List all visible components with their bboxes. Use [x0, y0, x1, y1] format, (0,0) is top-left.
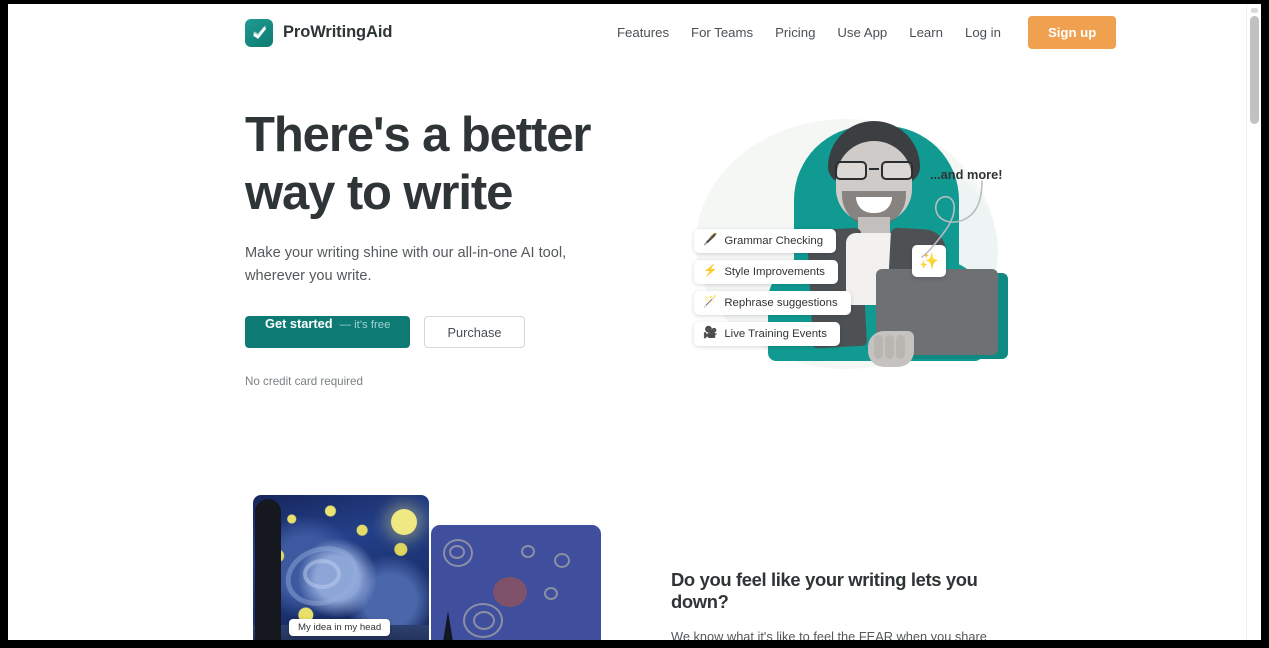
glasses-lens-right: [881, 161, 913, 180]
window-frame-left: [0, 0, 8, 648]
draft-swirl: [473, 611, 495, 630]
finger-1: [874, 335, 883, 359]
feature-chip-label: Grammar Checking: [724, 235, 824, 247]
curly-pointer-icon: [921, 180, 983, 258]
feature-chip-label: Rephrase suggestions: [724, 297, 838, 309]
section-two-body: We know what it's like to feel the FEAR …: [671, 629, 987, 640]
no-credit-card-note: No credit card required: [245, 375, 363, 388]
hero-title-line-1: There's a better: [245, 108, 591, 162]
draft-cypress: [437, 611, 459, 640]
section-two-copy: Do you feel like your writing lets you d…: [671, 569, 1031, 640]
get-started-label: Get started: [265, 316, 333, 331]
draft-paint-blot: [493, 577, 527, 607]
draft-swirl: [554, 553, 570, 568]
laptop: [868, 269, 1008, 367]
glasses-lens-left: [835, 161, 867, 180]
nav-item-for-teams[interactable]: For Teams: [680, 19, 764, 46]
painting-moon: [391, 509, 417, 535]
window-frame-right: [1265, 0, 1269, 648]
scrollbar-up-arrow[interactable]: [1251, 8, 1258, 13]
painting-cypress: [255, 499, 281, 640]
feature-chip-live-training-events: 🎥 Live Training Events: [694, 322, 840, 346]
section-two-title: Do you feel like your writing lets you d…: [671, 569, 978, 612]
nav-item-learn[interactable]: Learn: [898, 19, 954, 46]
nav-item-pricing[interactable]: Pricing: [764, 19, 826, 46]
video-camera-icon: 🎥: [703, 327, 718, 340]
feature-chip-style-improvements: ⚡ Style Improvements: [694, 260, 838, 284]
magic-wand-icon: 🪄: [703, 296, 718, 309]
main-navigation: Features For Teams Pricing Use App Learn…: [606, 16, 1117, 49]
feature-chip-grammar-checking: 🖋️ Grammar Checking: [694, 229, 837, 253]
finger-2: [885, 335, 894, 359]
hero-copy: There's a better way to write Make your …: [245, 106, 645, 388]
nav-item-use-app[interactable]: Use App: [826, 19, 898, 46]
feature-chip-label: Style Improvements: [724, 266, 825, 278]
draft-swirl: [521, 545, 535, 558]
glasses-bridge: [869, 168, 879, 171]
get-started-suffix: — it's free: [339, 319, 391, 331]
vertical-scrollbar[interactable]: [1246, 4, 1261, 640]
get-started-button[interactable]: Get started — it's free: [245, 316, 411, 348]
my-idea-in-my-head-label: My idea in my head: [289, 619, 391, 636]
hero-subtitle: Make your writing shine with our all-in-…: [245, 245, 567, 284]
glasses-icon: [834, 161, 914, 180]
feature-chip-rephrase-suggestions: 🪄 Rephrase suggestions: [694, 291, 851, 315]
draft-swirl: [449, 545, 465, 559]
site-header: ProWritingAid Features For Teams Pricing…: [8, 4, 1261, 61]
hero-title: There's a better way to write: [245, 106, 645, 222]
feature-chip-list: 🖋️ Grammar Checking ⚡ Style Improvements…: [694, 229, 851, 346]
purchase-button[interactable]: Purchase: [424, 316, 525, 348]
hero-title-line-2: way to write: [245, 166, 513, 220]
quill-pen-icon: 🖋️: [703, 234, 718, 247]
hero-section: There's a better way to write Make your …: [8, 61, 1261, 481]
person-hand: [868, 331, 914, 367]
rough-draft-panel: [431, 525, 601, 640]
scrollbar-thumb[interactable]: [1250, 16, 1259, 124]
brand-logo[interactable]: ProWritingAid: [245, 18, 393, 47]
nav-item-log-in[interactable]: Log in: [954, 19, 1012, 46]
painting-swirl-inner: [303, 559, 341, 589]
finger-3: [896, 335, 905, 359]
draft-swirl: [544, 587, 558, 600]
window-frame-bottom: [0, 640, 1269, 648]
page-viewport: ProWritingAid Features For Teams Pricing…: [8, 4, 1261, 640]
sign-up-button[interactable]: Sign up: [1027, 16, 1117, 49]
brand-name: ProWritingAid: [283, 23, 393, 41]
hero-actions: Get started — it's free Purchase: [245, 316, 645, 348]
feature-chip-label: Live Training Events: [724, 328, 827, 340]
prowritingaid-logo-icon: [245, 18, 273, 47]
writing-lets-you-down-section: My idea in my head Do you feel like your…: [8, 481, 1261, 640]
hero-illustration: ✨ ...and more! 🖋️ Grammar Checking ⚡ Sty…: [668, 101, 1028, 446]
nav-item-features[interactable]: Features: [606, 19, 680, 46]
lightning-bolt-icon: ⚡: [703, 265, 718, 278]
starry-night-comparison-art: My idea in my head: [245, 495, 605, 640]
